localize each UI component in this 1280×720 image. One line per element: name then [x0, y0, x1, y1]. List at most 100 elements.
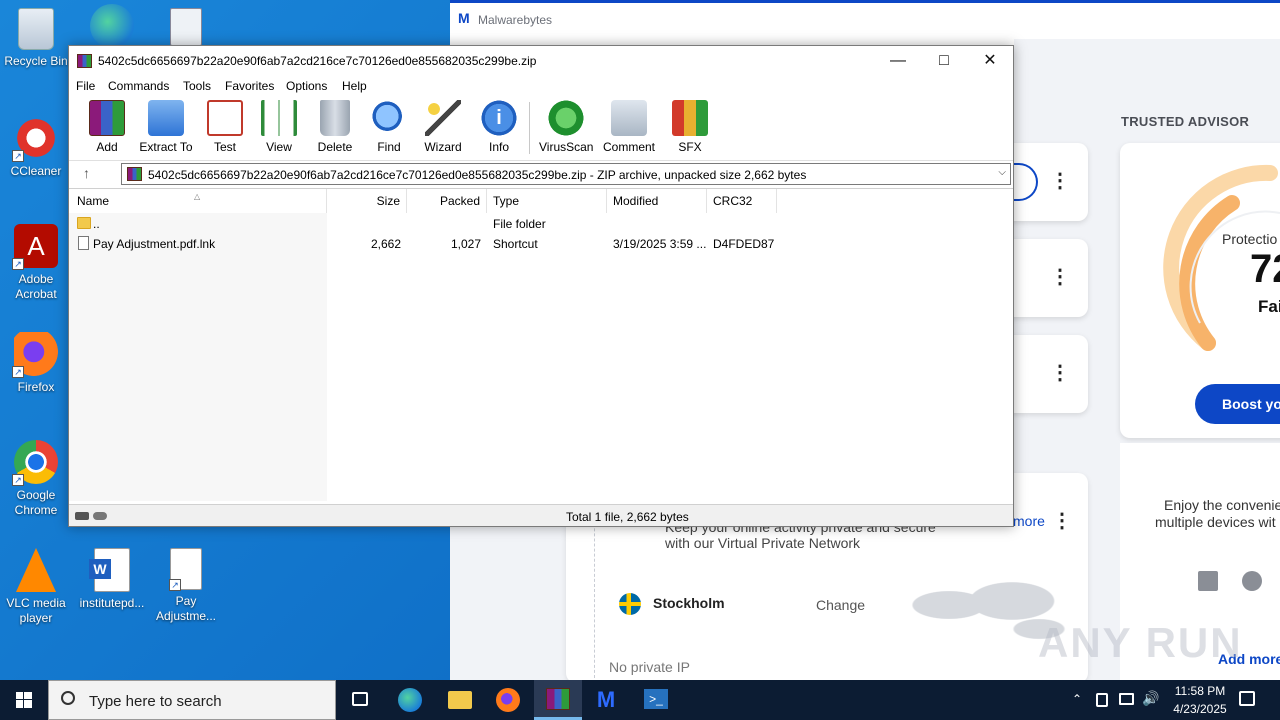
- menu-help[interactable]: Help: [342, 79, 367, 93]
- winrar-titlebar[interactable]: 5402c5dc6656697b22a20e90f6ab7a2cd216ce7c…: [69, 46, 1013, 76]
- desktop-icon-google-chrome[interactable]: ↗ Google Chrome: [0, 440, 72, 518]
- menu-favorites[interactable]: Favorites: [225, 79, 274, 93]
- menu-options[interactable]: Options: [286, 79, 327, 93]
- menu-file[interactable]: File: [76, 79, 95, 93]
- extract-folder-icon: [148, 100, 184, 136]
- shortcut-arrow-icon: ↗: [12, 366, 24, 378]
- comment-button[interactable]: Comment: [601, 100, 657, 154]
- blank-document-icon: ↗: [169, 548, 202, 591]
- key-icon[interactable]: [93, 512, 107, 520]
- desktop-icon-vlc[interactable]: VLC media player: [0, 548, 72, 626]
- up-one-level-icon[interactable]: ↑: [83, 165, 90, 181]
- sweden-flag-icon: [619, 593, 641, 615]
- search-icon: [61, 691, 75, 705]
- more-options-icon[interactable]: ⋮: [1050, 267, 1070, 287]
- taskbar-file-explorer[interactable]: [436, 680, 484, 720]
- document-desktop-icon[interactable]: [150, 8, 222, 50]
- tool-label: Test: [213, 140, 236, 154]
- column-header-packed[interactable]: Packed: [407, 189, 487, 213]
- menu-tools[interactable]: Tools: [183, 79, 211, 93]
- learn-more-link[interactable]: more: [1013, 513, 1045, 529]
- notifications-icon[interactable]: [1239, 691, 1255, 706]
- adobe-acrobat-icon: A ↗: [12, 224, 58, 270]
- chevron-up-icon[interactable]: ⌃: [1072, 692, 1082, 706]
- maximize-icon[interactable]: □: [921, 46, 967, 76]
- clock-date[interactable]: 4/23/2025: [1160, 702, 1240, 716]
- column-header-size[interactable]: Size: [327, 189, 407, 213]
- boost-button[interactable]: Boost you: [1195, 384, 1280, 424]
- word-document-icon: W: [89, 548, 130, 592]
- more-options-icon[interactable]: ⋮: [1052, 511, 1072, 531]
- tool-label: Info: [488, 140, 509, 154]
- clock-time[interactable]: 11:58 PM: [1160, 684, 1240, 698]
- menu-bar: File Commands Tools Favorites Options He…: [69, 76, 1013, 96]
- windows-icon[interactable]: [1198, 571, 1218, 591]
- column-header-name[interactable]: Name △: [69, 189, 327, 213]
- table-row[interactable]: Pay Adjustment.pdf.lnk 2,662 1,027 Short…: [69, 235, 1013, 254]
- archive-path-field[interactable]: 5402c5dc6656697b22a20e90f6ab7a2cd216ce7c…: [121, 163, 1011, 185]
- promo-text-2: multiple devices wit: [1155, 514, 1276, 530]
- change-location-link[interactable]: Change: [816, 597, 865, 613]
- test-button[interactable]: Test: [205, 100, 245, 154]
- sort-ascending-icon: △: [194, 192, 201, 201]
- virusscan-button[interactable]: VirusScan: [539, 100, 593, 154]
- taskbar-powershell[interactable]: >_: [632, 680, 680, 720]
- volume-icon[interactable]: 🔊: [1142, 690, 1159, 707]
- desktop-icon-firefox[interactable]: ↗ Firefox: [0, 332, 72, 395]
- network-icon[interactable]: [1119, 693, 1134, 705]
- tool-label: View: [266, 140, 292, 154]
- status-text: Total 1 file, 2,662 bytes: [566, 510, 689, 524]
- taskbar-edge[interactable]: [386, 680, 434, 720]
- info-icon: i: [481, 100, 517, 136]
- minimize-icon[interactable]: —: [875, 46, 921, 76]
- desktop-icon-pay-adjustment[interactable]: ↗ Pay Adjustme...: [150, 548, 222, 624]
- table-row[interactable]: .. File folder: [69, 215, 1013, 234]
- desktop-icon-recycle-bin[interactable]: Recycle Bin: [0, 8, 72, 69]
- info-button[interactable]: i Info: [479, 100, 519, 154]
- taskbar-search-box[interactable]: Type here to search: [48, 680, 336, 720]
- taskbar-winrar[interactable]: [534, 680, 582, 720]
- folder-icon: [77, 217, 91, 229]
- wizard-button[interactable]: Wizard: [421, 100, 465, 154]
- close-icon[interactable]: ✕: [967, 46, 1013, 76]
- start-button[interactable]: [0, 680, 48, 720]
- security-tray-icon[interactable]: [1096, 693, 1108, 707]
- extract-to-button[interactable]: Extract To: [139, 100, 193, 154]
- cell-name: ..: [93, 217, 100, 231]
- menu-commands[interactable]: Commands: [108, 79, 169, 93]
- desktop-icon-label: Adobe Acrobat: [15, 272, 57, 301]
- desktop-icon-ccleaner[interactable]: ↗ CCleaner: [0, 116, 72, 179]
- vpn-location: Stockholm: [653, 595, 725, 611]
- more-options-icon[interactable]: ⋮: [1050, 171, 1070, 191]
- taskbar-malwarebytes[interactable]: M: [582, 680, 630, 720]
- column-header-modified[interactable]: Modified: [607, 189, 707, 213]
- edge-icon: [90, 4, 134, 48]
- sfx-button[interactable]: SFX: [669, 100, 711, 154]
- more-options-icon[interactable]: ⋮: [1050, 363, 1070, 383]
- cell-type: Shortcut: [493, 237, 538, 251]
- find-button[interactable]: Find: [369, 100, 409, 154]
- tool-label: SFX: [678, 140, 702, 154]
- drive-icon[interactable]: [75, 512, 89, 520]
- add-button[interactable]: Add: [87, 100, 127, 154]
- protection-rating: Fai: [1258, 297, 1280, 316]
- trash-icon: [320, 100, 350, 136]
- task-view-button[interactable]: [336, 680, 384, 720]
- delete-button[interactable]: Delete: [313, 100, 357, 154]
- chevron-down-icon[interactable]: ⌵: [998, 167, 1006, 178]
- view-button[interactable]: View: [257, 100, 301, 154]
- tool-label: Find: [377, 140, 401, 154]
- magnifier-icon: [371, 100, 407, 136]
- column-header-label: Modified: [613, 194, 659, 208]
- taskbar-firefox[interactable]: [484, 680, 532, 720]
- desktop-icon-adobe-acrobat[interactable]: A ↗ Adobe Acrobat: [0, 224, 72, 302]
- apple-icon[interactable]: [1242, 571, 1262, 591]
- folder-icon: [448, 691, 472, 709]
- column-header-crc32[interactable]: CRC32: [707, 189, 777, 213]
- tool-label: Add: [96, 140, 118, 154]
- shortcut-arrow-icon: ↗: [169, 579, 181, 591]
- archive-path: 5402c5dc6656697b22a20e90f6ab7a2cd216ce7c…: [148, 168, 807, 182]
- desktop-icon-label: institutepd...: [79, 596, 145, 610]
- desktop-icon-word-document[interactable]: W institutepd...: [76, 548, 148, 611]
- column-header-type[interactable]: Type: [487, 189, 607, 213]
